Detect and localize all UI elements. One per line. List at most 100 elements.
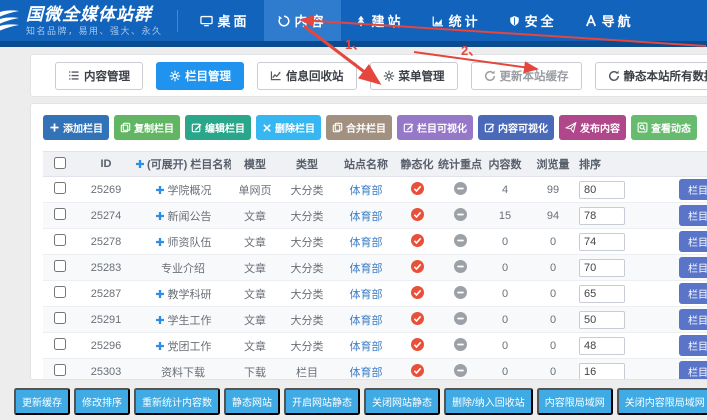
- row-checkbox[interactable]: [54, 182, 66, 194]
- sort-order-input[interactable]: [579, 337, 625, 355]
- static-enabled-icon[interactable]: [411, 208, 424, 224]
- nav-item-navigate[interactable]: 导航: [571, 0, 648, 41]
- stat-focus-icon[interactable]: [454, 208, 467, 224]
- static-enabled-icon[interactable]: [411, 260, 424, 276]
- column-goto-button[interactable]: 栏目直达: [679, 205, 707, 226]
- row-checkbox[interactable]: [54, 234, 66, 246]
- stat-focus-icon[interactable]: [454, 338, 467, 354]
- expand-row-icon[interactable]: [155, 237, 165, 250]
- col-header-count: 内容数: [483, 152, 527, 177]
- bulk-action-button-6[interactable]: 删除/纳入回收站: [444, 388, 533, 415]
- expand-row-icon[interactable]: [155, 211, 165, 224]
- stat-focus-icon[interactable]: [454, 312, 467, 328]
- sort-order-input[interactable]: [579, 259, 625, 277]
- sort-order-input[interactable]: [579, 207, 625, 225]
- column-name: 学生工作: [168, 315, 212, 327]
- bulk-action-button-3[interactable]: 静态网站: [224, 388, 280, 415]
- expand-row-icon[interactable]: [155, 289, 165, 302]
- col-header-focus: 统计重点: [437, 152, 483, 177]
- site-name-link[interactable]: 体育部: [350, 237, 383, 249]
- stat-focus-icon[interactable]: [454, 286, 467, 302]
- nav-item-desktop[interactable]: 桌面: [186, 0, 264, 41]
- bulk-action-button-2[interactable]: 重新统计内容数: [134, 388, 220, 415]
- row-views: 94: [527, 203, 579, 229]
- bulk-action-button-4[interactable]: 开启网站静态: [284, 388, 360, 415]
- row-checkbox[interactable]: [54, 312, 66, 324]
- static-enabled-icon[interactable]: [411, 234, 424, 250]
- site-name-link[interactable]: 体育部: [350, 211, 383, 223]
- nav-item-content[interactable]: 内容: [264, 0, 341, 41]
- expand-row-icon[interactable]: [155, 341, 165, 354]
- site-name-link[interactable]: 体育部: [350, 315, 383, 327]
- site-name-link[interactable]: 体育部: [350, 367, 383, 379]
- expand-all-icon[interactable]: [135, 159, 145, 172]
- column-goto-button[interactable]: 栏目直达: [679, 283, 707, 304]
- stat-focus-icon[interactable]: [454, 364, 467, 380]
- static-enabled-icon[interactable]: [411, 364, 424, 380]
- column-name: 资料下载: [161, 367, 205, 379]
- table-header-row: ID (可展开) 栏目名称 模型 类型 站点名称 静态化 统计重点 内容数 浏览…: [43, 152, 707, 177]
- row-checkbox[interactable]: [54, 286, 66, 298]
- column-goto-button[interactable]: 栏目直达: [679, 335, 707, 356]
- bulk-action-button-5[interactable]: 关闭网站静态: [364, 388, 440, 415]
- stat-focus-icon[interactable]: [454, 234, 467, 250]
- module-tab-5[interactable]: 静态本站所有数据: [595, 62, 707, 90]
- select-all-checkbox[interactable]: [54, 157, 66, 169]
- bulk-action-button-1[interactable]: 修改排序: [74, 388, 130, 415]
- site-name-link[interactable]: 体育部: [350, 263, 383, 275]
- expand-row-icon[interactable]: [155, 315, 165, 328]
- column-manage-panel: 添加栏目 复制栏目 编辑栏目 删除栏目 合并栏目 栏目可视化 内容可视化 发布内…: [30, 103, 707, 380]
- toolbar-button-6[interactable]: 内容可视化: [478, 115, 554, 140]
- static-enabled-icon[interactable]: [411, 312, 424, 328]
- toolbar-button-2[interactable]: 编辑栏目: [185, 115, 251, 140]
- module-tab-0[interactable]: 内容管理: [55, 62, 143, 90]
- module-tab-4[interactable]: 更新本站缓存: [471, 62, 582, 90]
- sort-order-input[interactable]: [579, 233, 625, 251]
- table-row: 25287 教学科研 文章 大分类 体育部 0 0 栏目直达: [43, 281, 707, 307]
- toolbar-button-7[interactable]: 发布内容: [559, 115, 626, 140]
- static-enabled-icon[interactable]: [411, 338, 424, 354]
- row-checkbox[interactable]: [54, 364, 66, 376]
- site-name-link[interactable]: 体育部: [350, 341, 383, 353]
- module-tab-1[interactable]: 栏目管理: [156, 62, 244, 90]
- nav-item-site[interactable]: 建站: [341, 0, 418, 41]
- column-goto-button[interactable]: 栏目直达: [679, 309, 707, 330]
- column-goto-button[interactable]: 栏目直达: [679, 231, 707, 252]
- static-enabled-icon[interactable]: [411, 286, 424, 302]
- brand-wave-icon: [0, 7, 23, 35]
- sort-order-input[interactable]: [579, 311, 625, 329]
- nav-item-stats[interactable]: 统计: [418, 0, 495, 41]
- site-name-link[interactable]: 体育部: [350, 185, 383, 197]
- sort-order-input[interactable]: [579, 285, 625, 303]
- toolbar-button-0[interactable]: 添加栏目: [43, 115, 109, 140]
- toolbar-button-4[interactable]: 合并栏目: [326, 115, 392, 140]
- column-goto-button[interactable]: 栏目直达: [679, 361, 707, 380]
- module-tab-3[interactable]: 菜单管理: [370, 62, 458, 90]
- module-tab-2[interactable]: 信息回收站: [257, 62, 357, 90]
- stat-focus-icon[interactable]: [454, 260, 467, 276]
- row-content-count: 0: [483, 307, 527, 333]
- toolbar-button-1[interactable]: 复制栏目: [114, 115, 180, 140]
- site-name-link[interactable]: 体育部: [350, 289, 383, 301]
- row-model: 文章: [231, 229, 279, 255]
- column-goto-button[interactable]: 栏目直达: [679, 257, 707, 278]
- stat-focus-icon[interactable]: [454, 182, 467, 198]
- expand-row-icon[interactable]: [155, 185, 165, 198]
- row-views: 0: [527, 359, 579, 381]
- toolbar-button-8[interactable]: 查看动态: [631, 115, 697, 140]
- row-checkbox[interactable]: [54, 260, 66, 272]
- row-checkbox[interactable]: [54, 338, 66, 350]
- column-goto-button[interactable]: 栏目直达: [679, 179, 707, 200]
- row-model: 文章: [231, 255, 279, 281]
- static-enabled-icon[interactable]: [411, 182, 424, 198]
- nav-item-security[interactable]: 安全: [495, 0, 571, 41]
- bulk-action-button-0[interactable]: 更新缓存: [14, 388, 70, 415]
- sort-order-input[interactable]: [579, 363, 625, 381]
- row-content-count: 15: [483, 203, 527, 229]
- row-checkbox[interactable]: [54, 208, 66, 220]
- sort-order-input[interactable]: [579, 181, 625, 199]
- bulk-action-button-8[interactable]: 关闭内容限局域网: [617, 388, 707, 415]
- toolbar-button-5[interactable]: 栏目可视化: [397, 115, 473, 140]
- bulk-action-button-7[interactable]: 内容限局域网: [537, 388, 613, 415]
- toolbar-button-3[interactable]: 删除栏目: [256, 115, 321, 140]
